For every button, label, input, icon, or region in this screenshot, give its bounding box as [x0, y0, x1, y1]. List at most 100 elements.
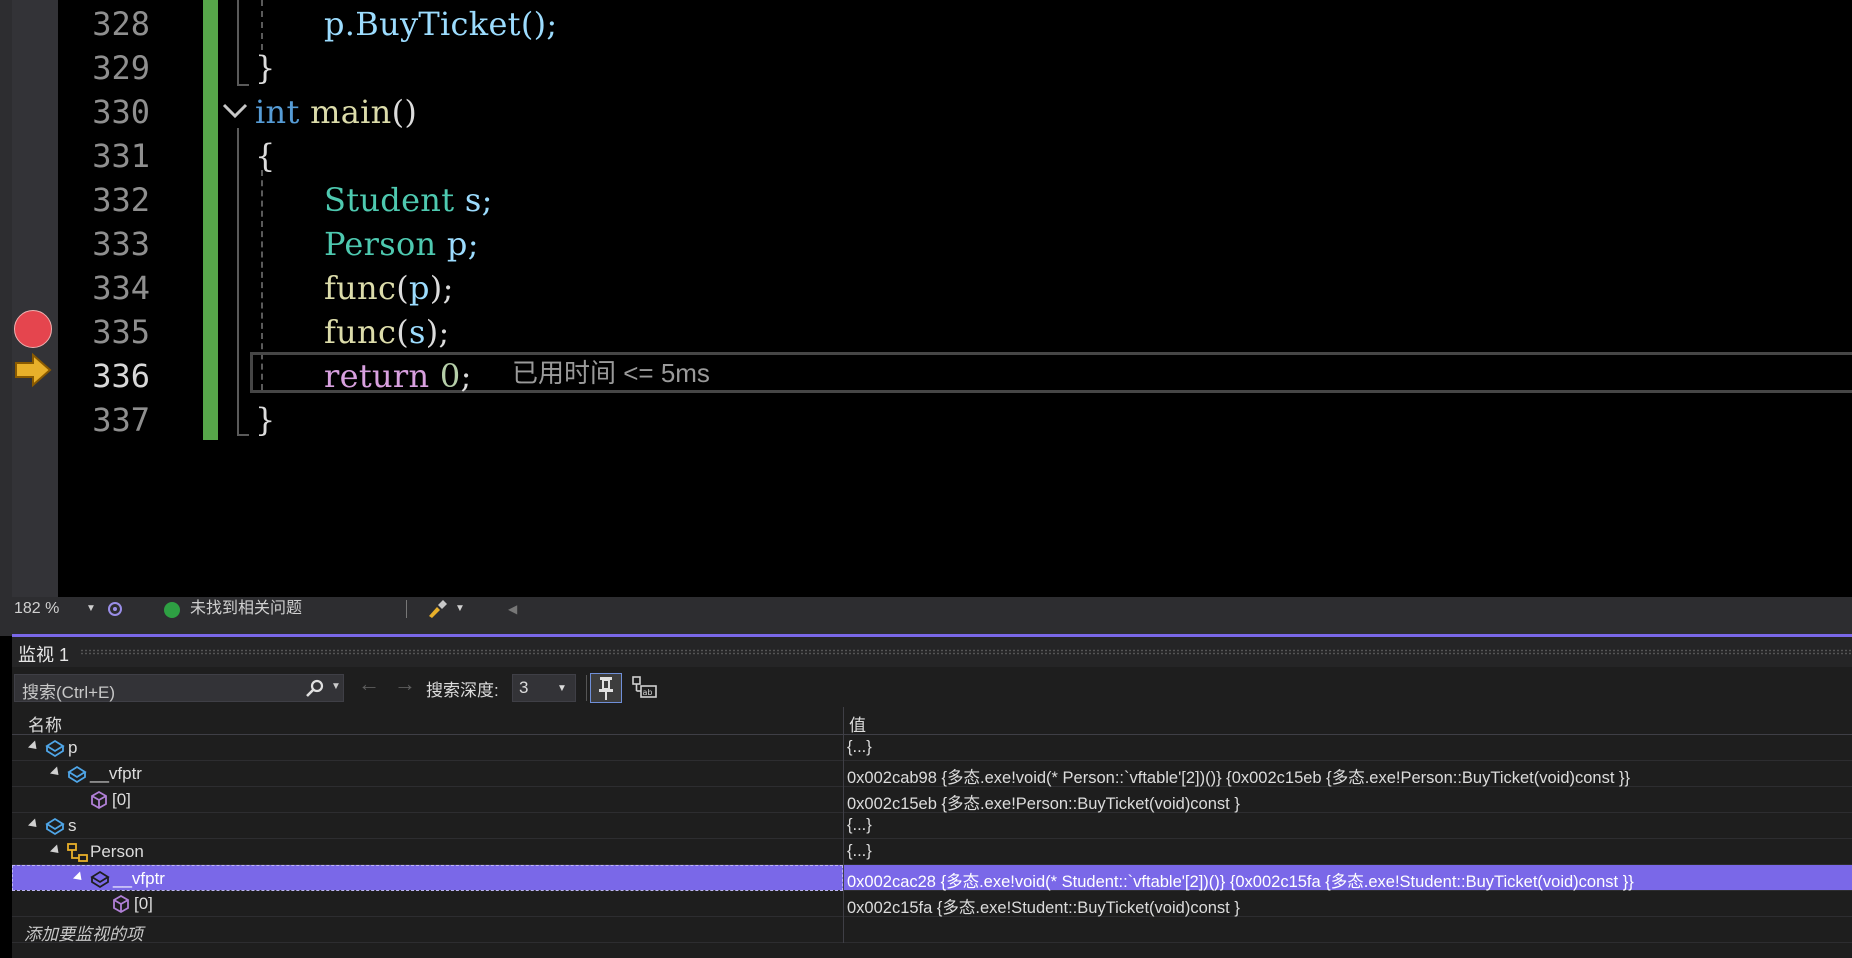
divider	[843, 891, 844, 917]
code-line-335[interactable]: func(s);	[324, 310, 450, 354]
add-watch-placeholder[interactable]: 添加要监视的项	[24, 920, 143, 945]
watch-item-value[interactable]: {...}	[847, 738, 872, 757]
code-line-330[interactable]: int main()	[255, 90, 417, 134]
watch-row[interactable]: [0] 0x002c15fa {多态.exe!Student::BuyTicke…	[12, 891, 1852, 917]
code-token: }	[255, 49, 276, 87]
column-resize-handle[interactable]	[843, 707, 844, 735]
cube-icon	[113, 894, 129, 914]
search-input[interactable]: 搜索(Ctrl+E) ▼	[14, 674, 344, 702]
code-token: func	[324, 269, 397, 307]
watch-item-value[interactable]: 0x002c15eb {多态.exe!Person::BuyTicket(voi…	[847, 790, 1240, 814]
change-tracking-bar	[203, 0, 218, 440]
watch-title: 监视 1	[18, 645, 70, 665]
pin-to-source-button[interactable]	[590, 673, 622, 703]
expand-triangle-icon[interactable]	[49, 844, 63, 857]
search-previous-arrow-icon[interactable]: ←	[358, 671, 380, 697]
line-number: 329	[92, 49, 150, 87]
watch-name-cell[interactable]: 添加要监视的项	[12, 917, 843, 945]
watch-row[interactable]: Person {...}	[12, 839, 1852, 865]
line-number: 331	[92, 137, 150, 175]
code-token: Person	[324, 225, 437, 263]
code-token: p.BuyTicket();	[324, 5, 558, 43]
watch-name-cell[interactable]: Person	[12, 839, 843, 865]
watch-item-value[interactable]: {...}	[847, 816, 872, 835]
watch-name-cell[interactable]: __vfptr	[12, 761, 843, 787]
search-depth-label: 搜索深度:	[426, 681, 499, 700]
watch-item-value[interactable]: 0x002cab98 {多态.exe!void(* Person::`vftab…	[847, 764, 1630, 788]
code-line-336[interactable]: return 0;	[324, 354, 472, 398]
glyph-margin[interactable]	[12, 0, 58, 597]
divider	[843, 839, 844, 865]
collapse-chevron-icon[interactable]	[221, 101, 249, 121]
left-edge-bar	[0, 0, 12, 636]
watch-name-cell[interactable]: [0]	[12, 787, 843, 813]
code-token: (	[396, 313, 409, 351]
object-icon	[67, 765, 87, 784]
code-line-337[interactable]: }	[255, 398, 276, 442]
zoom-dropdown-chevron-icon[interactable]: ▼	[86, 597, 96, 621]
expand-triangle-icon[interactable]	[72, 871, 86, 884]
search-dropdown-chevron-icon[interactable]: ▼	[331, 681, 341, 692]
code-cleanup-brush-icon[interactable]	[426, 599, 448, 619]
watch-name-cell[interactable]: [0]	[12, 891, 843, 917]
watch-item-name: s	[68, 816, 77, 835]
watch-titlebar[interactable]: 监视 1	[12, 637, 1852, 667]
zoom-level[interactable]: 182 %	[14, 597, 59, 621]
scope-bracket-end	[237, 434, 249, 436]
search-next-arrow-icon[interactable]: →	[394, 671, 416, 697]
scope-bracket	[237, 128, 239, 436]
drag-grip[interactable]	[80, 649, 1852, 655]
watch-item-name: __vfptr	[90, 764, 142, 783]
code-line-333[interactable]: Person p;	[324, 222, 479, 266]
watch-row[interactable]: __vfptr 0x002cab98 {多态.exe!void(* Person…	[12, 761, 1852, 787]
cleanup-dropdown-chevron-icon[interactable]: ▼	[455, 597, 465, 621]
issues-status[interactable]: 未找到相关问题	[190, 597, 302, 621]
scroll-left-icon[interactable]: ◀	[508, 597, 517, 621]
watch-row-selected[interactable]: __vfptr 0x002cac28 {多态.exe!void(* Studen…	[12, 865, 1852, 891]
perf-tip[interactable]: 已用时间 <= 5ms	[512, 355, 710, 391]
watch-row[interactable]: p {...}	[12, 735, 1852, 761]
code-line-334[interactable]: func(p);	[324, 266, 454, 310]
line-number: 330	[92, 93, 150, 131]
breakpoint-icon[interactable]	[14, 310, 52, 348]
search-depth-select[interactable]: 3 ▼	[512, 674, 576, 702]
watch-row[interactable]: s {...}	[12, 813, 1852, 839]
watch-name-cell[interactable]: s	[12, 813, 843, 839]
code-editor[interactable]: 328 329 330 331 332 333 334 335 336 337 …	[0, 0, 1852, 597]
code-token: Student	[324, 181, 455, 219]
code-token: );	[429, 269, 454, 307]
expand-triangle-icon[interactable]	[27, 740, 41, 753]
code-token: func	[324, 313, 397, 351]
object-icon	[45, 817, 65, 836]
code-token: }	[255, 401, 276, 439]
code-line-332[interactable]: Student s;	[324, 178, 493, 222]
watch-item-value[interactable]: {...}	[847, 842, 872, 861]
code-line-331[interactable]: {	[255, 134, 276, 178]
watch-row[interactable]: [0] 0x002c15eb {多态.exe!Person::BuyTicket…	[12, 787, 1852, 813]
watch-item-value[interactable]: 0x002c15fa {多态.exe!Student::BuyTicket(vo…	[847, 894, 1240, 918]
cube-icon	[91, 790, 107, 810]
watch-item-value[interactable]: 0x002cac28 {多态.exe!void(* Student::`vfta…	[847, 868, 1634, 892]
column-name-header[interactable]: 名称	[28, 711, 62, 736]
watch-item-name: [0]	[134, 894, 153, 913]
code-token: s;	[454, 181, 493, 219]
code-token: main	[310, 93, 392, 131]
hex-display-button[interactable]: ab	[629, 673, 661, 703]
watch-name-cell[interactable]: p	[12, 735, 843, 761]
expand-triangle-icon[interactable]	[27, 818, 41, 831]
watch-item-name: Person	[90, 842, 144, 861]
expand-triangle-icon[interactable]	[49, 766, 63, 779]
search-depth-value: 3	[519, 678, 529, 697]
column-value-header[interactable]: 值	[849, 711, 866, 736]
line-number: 328	[92, 5, 150, 43]
code-token: p	[408, 269, 430, 307]
divider	[843, 787, 844, 813]
add-watch-row[interactable]: 添加要监视的项	[12, 917, 1852, 945]
object-icon	[45, 739, 65, 758]
code-line-329[interactable]: }	[255, 46, 276, 90]
code-line-328[interactable]: p.BuyTicket();	[324, 2, 558, 46]
search-icon[interactable]	[305, 679, 325, 699]
code-token: s	[408, 313, 426, 351]
copilot-icon[interactable]	[106, 600, 124, 618]
watch-name-cell[interactable]: __vfptr	[12, 865, 843, 891]
